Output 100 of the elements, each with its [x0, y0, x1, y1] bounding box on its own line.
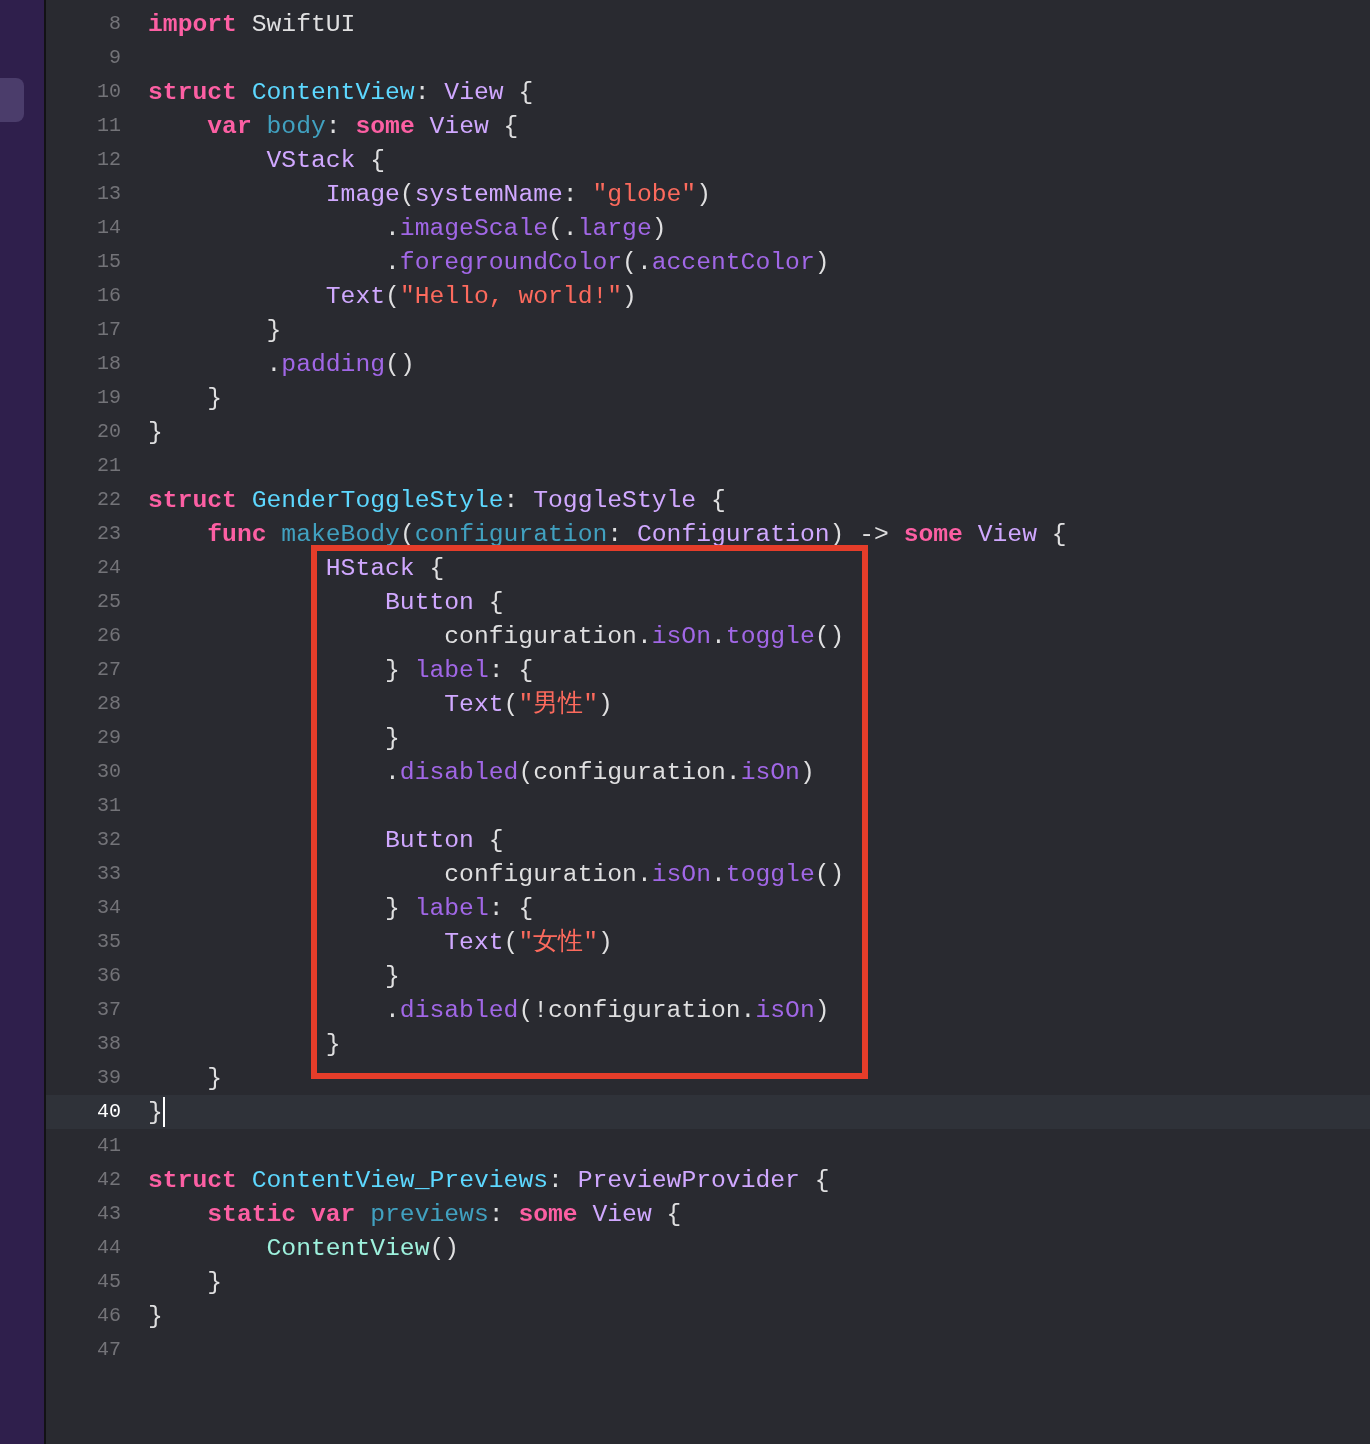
line-number: 42 — [96, 1167, 121, 1193]
string-literal: "男性" — [518, 689, 599, 720]
keyword: struct — [148, 1165, 238, 1196]
line-number: 31 — [96, 793, 121, 819]
code-text: . — [711, 859, 726, 890]
line-number: 36 — [96, 963, 121, 989]
line-number: 9 — [108, 45, 121, 71]
code-text: } — [384, 893, 401, 924]
code-text: { — [1050, 519, 1067, 550]
code-text: } — [206, 383, 223, 414]
code-text: : — [414, 77, 431, 108]
code-text: (. — [622, 247, 652, 278]
type-name: Text — [443, 927, 504, 958]
line-number: 8 — [108, 11, 121, 37]
code-text: ) — [622, 281, 637, 312]
code-text: { — [428, 553, 445, 584]
type-name: View — [977, 519, 1037, 550]
line-number: 33 — [96, 861, 121, 887]
line-number: 23 — [96, 521, 121, 547]
member-name: disabled — [399, 757, 519, 788]
identifier-declaration: body — [266, 111, 326, 142]
code-text: . — [384, 757, 400, 788]
member-name: accentColor — [651, 247, 815, 278]
line-number: 22 — [96, 487, 121, 513]
line-number: 37 — [96, 997, 121, 1023]
string-literal: "Hello, world!" — [399, 281, 623, 312]
code-text: () — [814, 859, 845, 890]
type-name: ContentView — [265, 1233, 430, 1264]
code-text: ) — [799, 757, 815, 788]
member-name: isOn — [651, 859, 711, 890]
code-text: configuration. — [443, 859, 652, 890]
code-text: () — [814, 621, 845, 652]
code-text: . — [384, 995, 400, 1026]
code-text: . — [711, 621, 726, 652]
identifier-declaration: previews — [370, 1199, 489, 1230]
code-text: } — [384, 655, 401, 686]
code-text: } — [384, 961, 400, 992]
code-text: } — [148, 1301, 163, 1332]
type-name: Image — [324, 179, 400, 210]
code-text: } — [206, 1063, 223, 1094]
line-number: 14 — [96, 215, 121, 241]
code-text: { — [369, 145, 386, 176]
type-name: View — [592, 1199, 652, 1230]
line-number: 45 — [96, 1269, 121, 1295]
code-text: } — [206, 1267, 223, 1298]
keyword: some — [518, 1199, 579, 1230]
code-text: ( — [399, 519, 415, 550]
code-text: { — [487, 587, 504, 618]
line-number: 26 — [96, 623, 121, 649]
line-number: 28 — [96, 691, 121, 717]
code-text: { — [813, 1165, 830, 1196]
member-name: imageScale — [399, 213, 548, 244]
identifier-declaration: configuration — [414, 519, 608, 550]
code-text: : { — [488, 655, 534, 686]
code-text: } — [265, 315, 282, 346]
line-number: 38 — [96, 1031, 121, 1057]
code-text: ) — [651, 213, 667, 244]
keyword: static var — [206, 1199, 357, 1230]
member-name: foregroundColor — [399, 247, 623, 278]
line-number: 12 — [96, 147, 121, 173]
member-name: padding — [281, 349, 386, 380]
type-name: Configuration — [636, 519, 830, 550]
type-declaration: ContentView — [251, 77, 415, 108]
code-text: : — [325, 111, 342, 142]
type-name: Button — [384, 587, 474, 618]
text-cursor — [162, 1097, 165, 1127]
code-text: SwiftUI — [250, 9, 356, 40]
keyword: some — [903, 519, 964, 550]
type-name: Button — [384, 825, 474, 856]
code-text: } — [148, 1097, 163, 1128]
line-number: 40 — [96, 1099, 121, 1125]
type-name: VStack — [265, 145, 356, 176]
code-text: . — [384, 247, 400, 278]
code-text: { — [502, 111, 519, 142]
member-name: disabled — [399, 995, 519, 1026]
code-text: : — [548, 1165, 564, 1196]
code-text: } — [148, 417, 163, 448]
type-name: systemName — [414, 179, 563, 210]
code-text: (configuration. — [518, 757, 741, 788]
code-text: () — [429, 1233, 460, 1264]
code-text: configuration. — [443, 621, 652, 652]
line-number: 43 — [96, 1201, 121, 1227]
type-name: Text — [443, 689, 504, 720]
code-text: : — [607, 519, 624, 550]
member-name: label — [414, 655, 489, 686]
line-number: 24 — [96, 555, 121, 581]
code-text: ( — [399, 179, 415, 210]
keyword: struct — [148, 77, 238, 108]
line-number: 19 — [96, 385, 121, 411]
type-name: PreviewProvider — [577, 1165, 800, 1196]
code-text: ) — [814, 995, 830, 1026]
type-name: ToggleStyle — [533, 485, 697, 516]
type-declaration: GenderToggleStyle — [251, 485, 504, 516]
member-name: label — [414, 893, 489, 924]
keyword: some — [355, 111, 416, 142]
line-number: 34 — [96, 895, 121, 921]
code-text: { — [665, 1199, 682, 1230]
code-text: : — [503, 485, 520, 516]
sidebar-tab[interactable] — [0, 78, 24, 122]
code-text: ) — [598, 689, 613, 720]
